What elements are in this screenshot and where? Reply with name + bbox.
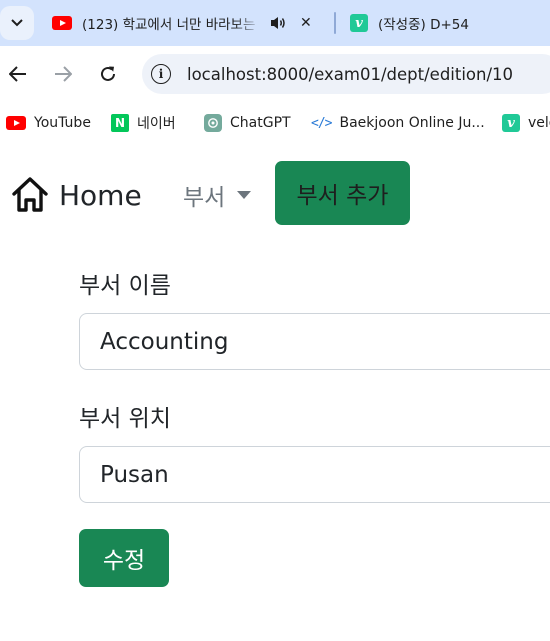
speaker-icon[interactable]: [270, 15, 288, 31]
dept-dropdown[interactable]: 부서: [183, 178, 252, 212]
browser-tab-youtube[interactable]: (123) 학교에서 너만 바라보는 ✕: [52, 8, 328, 38]
bookmark-label: Baekjoon Online Ju...: [339, 115, 485, 131]
bookmark-label: 네이버: [137, 116, 176, 132]
page-content: Home 부서 부서 추가 부서 이름 Accounting 부서 위치 Pus…: [0, 140, 550, 641]
arrow-left-icon: [9, 66, 26, 82]
dept-location-input[interactable]: Pusan: [79, 446, 550, 503]
browser-tabstrip: (123) 학교에서 너만 바라보는 ✕ v (작성중) D+54: [0, 0, 550, 46]
chevron-down-icon: [11, 19, 23, 27]
youtube-icon: [6, 116, 26, 130]
bookmark-label: ChatGPT: [230, 115, 291, 131]
bookmark-baekjoon[interactable]: </> Baekjoon Online Ju...: [311, 112, 485, 134]
add-dept-button[interactable]: 부서 추가: [275, 161, 410, 225]
velog-icon: v: [502, 114, 520, 132]
home-label: Home: [59, 178, 142, 212]
address-bar[interactable]: i localhost:8000/exam01/dept/edition/10: [142, 54, 550, 94]
tab-search-button[interactable]: [0, 6, 34, 40]
dept-name-input[interactable]: Accounting: [79, 313, 550, 370]
browser-toolbar: i localhost:8000/exam01/dept/edition/10: [0, 46, 550, 106]
youtube-icon: [52, 16, 72, 30]
bookmark-velog[interactable]: v velog: [502, 112, 550, 134]
bookmark-label: velog: [528, 115, 550, 131]
bookmark-naver[interactable]: N 네이버: [111, 112, 176, 134]
url-text[interactable]: localhost:8000/exam01/dept/edition/10: [187, 65, 513, 84]
home-link[interactable]: Home: [11, 176, 142, 214]
top-navbar: Home 부서 부서 추가: [0, 160, 550, 226]
naver-icon: N: [111, 114, 129, 132]
reload-button[interactable]: [94, 60, 122, 88]
dept-location-label: 부서 위치: [79, 406, 171, 432]
bookmark-label: YouTube: [34, 115, 91, 131]
bookmarks-bar: YouTube N 네이버 ChatGPT </> Baekjoon Onlin…: [0, 106, 550, 140]
dept-name-label: 부서 이름: [79, 273, 171, 299]
submit-button[interactable]: 수정: [79, 529, 169, 587]
tab-title: (123) 학교에서 너만 바라보는: [82, 17, 256, 33]
info-icon[interactable]: i: [151, 64, 171, 84]
tab-close-icon[interactable]: ✕: [300, 15, 312, 31]
code-brackets-icon: </>: [311, 115, 333, 131]
caret-down-icon: [237, 191, 252, 199]
tab-divider: [334, 12, 336, 34]
chatgpt-icon: [204, 114, 222, 132]
house-icon: [12, 177, 48, 212]
arrow-right-icon: [55, 66, 72, 82]
bookmark-youtube[interactable]: YouTube: [6, 112, 91, 134]
forward-button[interactable]: [49, 60, 77, 88]
velog-icon: v: [350, 14, 368, 32]
browser-tab-velog[interactable]: v (작성중) D+54: [350, 8, 550, 38]
dept-dropdown-label: 부서: [183, 185, 226, 211]
back-button[interactable]: [4, 60, 32, 88]
reload-icon: [101, 66, 115, 81]
bookmark-chatgpt[interactable]: ChatGPT: [204, 112, 291, 134]
tab-title: (작성중) D+54: [378, 17, 469, 33]
